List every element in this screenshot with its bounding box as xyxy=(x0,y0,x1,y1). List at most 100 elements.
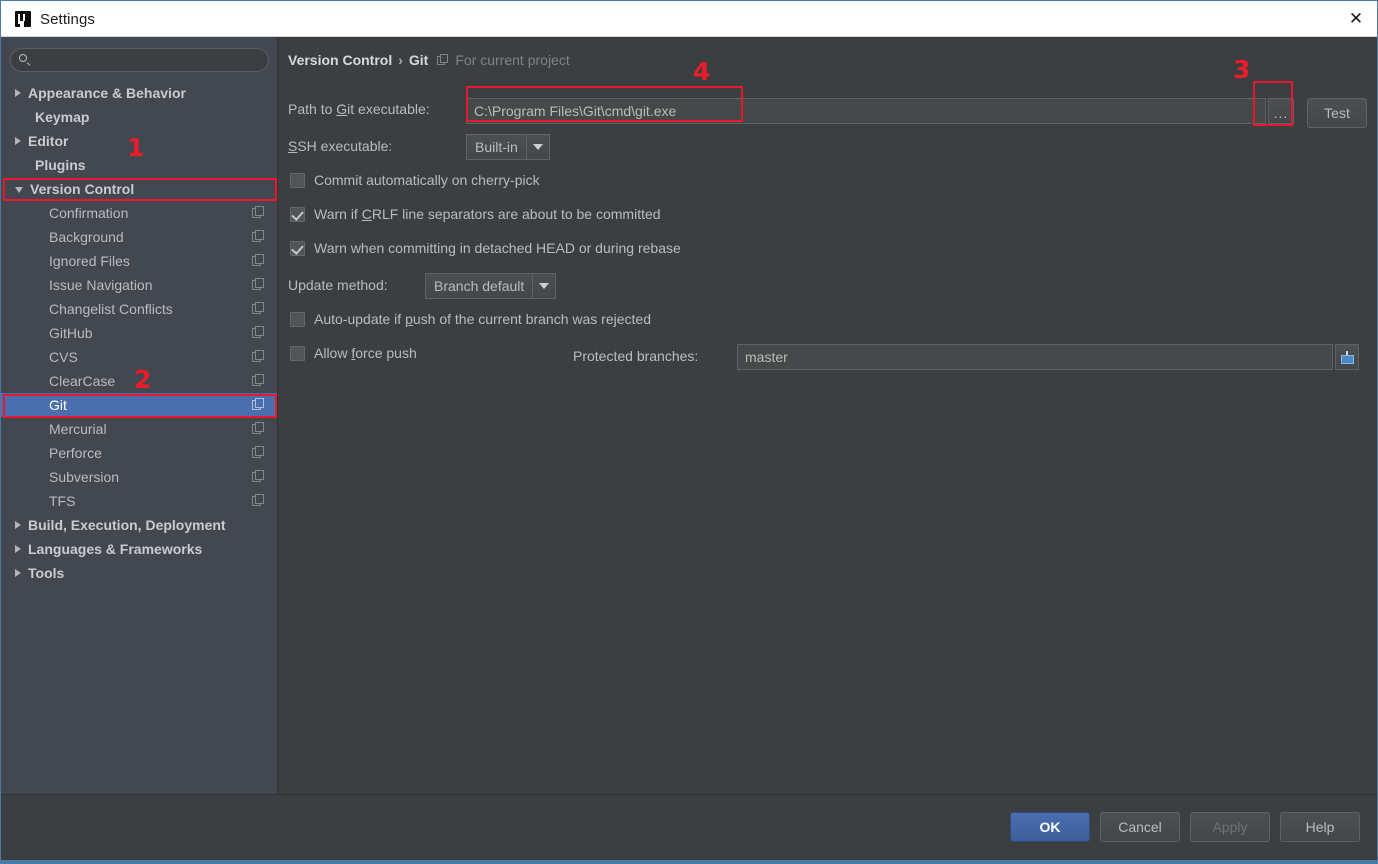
ok-button-label: OK xyxy=(1039,819,1061,835)
sidebar-item-build-execution-deployment[interactable]: Build, Execution, Deployment xyxy=(1,513,277,537)
sidebar-item-git[interactable]: Git xyxy=(1,393,277,417)
test-button-label: Test xyxy=(1324,105,1350,121)
chevron-down-icon[interactable] xyxy=(15,187,23,193)
sidebar-item-confirmation[interactable]: Confirmation xyxy=(1,201,277,225)
protected-branches-row: Protected branches: xyxy=(573,342,1363,370)
auto-update-if-push-rejected-label: Auto-update if push of the current branc… xyxy=(314,311,651,327)
search-box[interactable] xyxy=(10,48,269,72)
sidebar-item-label: Keymap xyxy=(35,109,90,125)
warn-if-crlf-line-separators-label: Warn if CRLF line separators are about t… xyxy=(314,206,661,222)
sidebar-item-issue-navigation[interactable]: Issue Navigation xyxy=(1,273,277,297)
update-method-label: Update method: xyxy=(288,277,388,293)
chevron-right-icon[interactable] xyxy=(15,521,21,529)
sidebar-item-label: CVS xyxy=(49,349,78,365)
test-button[interactable]: Test xyxy=(1307,98,1367,128)
close-icon[interactable]: ✕ xyxy=(1333,1,1377,36)
sidebar-item-appearance-behavior[interactable]: Appearance & Behavior xyxy=(1,81,277,105)
sidebar-item-subversion[interactable]: Subversion xyxy=(1,465,277,489)
expand-list-icon xyxy=(1340,350,1354,364)
protected-branches-input[interactable] xyxy=(737,344,1333,370)
sidebar-item-label: Build, Execution, Deployment xyxy=(28,517,226,533)
warn-if-crlf-line-separators-checkbox[interactable]: Warn if CRLF line separators are about t… xyxy=(290,206,661,222)
project-scope-icon xyxy=(252,206,265,219)
sidebar-item-label: Perforce xyxy=(49,445,102,461)
ok-button[interactable]: OK xyxy=(1010,812,1090,842)
commit-automatically-on-cherry-pick-checkbox[interactable]: Commit automatically on cherry-pick xyxy=(290,172,540,188)
sidebar-item-perforce[interactable]: Perforce xyxy=(1,441,277,465)
commit-automatically-on-cherry-pick-label: Commit automatically on cherry-pick xyxy=(314,172,540,188)
sidebar-item-plugins[interactable]: Plugins xyxy=(1,153,277,177)
warn-detached-head-label: Warn when committing in detached HEAD or… xyxy=(314,240,681,256)
sidebar-item-github[interactable]: GitHub xyxy=(1,321,277,345)
sidebar-item-label: Mercurial xyxy=(49,421,107,437)
project-scope-icon xyxy=(252,470,265,483)
settings-dialog: Settings ✕ Appearance & Behavior Keymap Ed… xyxy=(0,0,1378,864)
git-path-row: Path to Git executable: ... Test xyxy=(288,95,1373,128)
allow-force-push-label: Allow force push xyxy=(314,345,417,361)
sidebar-item-background[interactable]: Background xyxy=(1,225,277,249)
sidebar-item-changelist-conflicts[interactable]: Changelist Conflicts xyxy=(1,297,277,321)
ssh-executable-combo[interactable]: Built-in xyxy=(466,134,550,160)
sidebar-item-tools[interactable]: Tools xyxy=(1,561,277,585)
settings-sidebar: Appearance & Behavior Keymap Editor Plugins… xyxy=(1,37,278,794)
chevron-right-icon[interactable] xyxy=(15,569,21,577)
expand-list-icon-button[interactable] xyxy=(1335,344,1359,370)
sidebar-item-label: Appearance & Behavior xyxy=(28,85,186,101)
checkbox-box xyxy=(290,206,305,222)
checkbox-box xyxy=(290,172,305,188)
sidebar-item-label: Editor xyxy=(28,133,69,149)
project-scope-icon xyxy=(252,446,265,459)
project-scope-icon xyxy=(252,326,265,339)
sidebar-item-version-control[interactable]: Version Control xyxy=(1,177,277,201)
cancel-button-label: Cancel xyxy=(1118,819,1162,835)
chevron-down-icon xyxy=(525,135,549,159)
project-scope-icon xyxy=(437,54,449,66)
sidebar-item-mercurial[interactable]: Mercurial xyxy=(1,417,277,441)
sidebar-item-cvs[interactable]: CVS xyxy=(1,345,277,369)
help-button-label: Help xyxy=(1305,819,1335,835)
breadcrumb-parent[interactable]: Version Control xyxy=(288,52,392,68)
ssh-executable-label: SSH executable: xyxy=(288,138,393,154)
update-method-combo[interactable]: Branch default xyxy=(425,273,557,299)
project-scope-icon xyxy=(252,254,265,267)
cancel-button[interactable]: Cancel xyxy=(1100,812,1180,842)
title-bar-left: Settings xyxy=(15,1,95,37)
chevron-right-icon[interactable] xyxy=(15,89,21,97)
apply-button-label: Apply xyxy=(1212,819,1248,835)
auto-update-if-push-rejected-checkbox[interactable]: Auto-update if push of the current branc… xyxy=(290,311,651,327)
settings-main-panel: Version Control › Git For current projec… xyxy=(278,37,1377,794)
sidebar-item-label: Plugins xyxy=(35,157,86,173)
browse-button[interactable]: ... xyxy=(1268,98,1294,124)
search-icon xyxy=(19,53,32,67)
project-scope-icon xyxy=(252,422,265,435)
project-scope-icon xyxy=(252,302,265,315)
search-input[interactable] xyxy=(38,52,268,68)
update-method-value: Branch default xyxy=(434,278,525,294)
project-scope-icon xyxy=(252,350,265,363)
intellij-idea-logo-icon xyxy=(15,11,31,27)
ellipsis-browse-icon: ... xyxy=(1273,105,1289,121)
sidebar-item-label: Issue Navigation xyxy=(49,277,153,293)
protected-branches-label: Protected branches: xyxy=(573,348,699,364)
sidebar-item-editor[interactable]: Editor xyxy=(1,129,277,153)
breadcrumb: Version Control › Git For current projec… xyxy=(288,52,570,68)
sidebar-item-label: Ignored Files xyxy=(49,253,130,269)
sidebar-item-tfs[interactable]: TFS xyxy=(1,489,277,513)
sidebar-item-languages-frameworks[interactable]: Languages & Frameworks xyxy=(1,537,277,561)
title-bar: Settings ✕ xyxy=(1,1,1377,37)
sidebar-item-keymap[interactable]: Keymap xyxy=(1,105,277,129)
checkbox-box xyxy=(290,311,305,327)
sidebar-item-ignored-files[interactable]: Ignored Files xyxy=(1,249,277,273)
chevron-right-icon[interactable] xyxy=(15,545,21,553)
allow-force-push-checkbox[interactable]: Allow force push xyxy=(290,345,417,361)
sidebar-item-clearcase[interactable]: ClearCase xyxy=(1,369,277,393)
warn-detached-head-checkbox[interactable]: Warn when committing in detached HEAD or… xyxy=(290,240,681,256)
window-title: Settings xyxy=(40,10,95,28)
project-scope-icon xyxy=(252,278,265,291)
help-button[interactable]: Help xyxy=(1280,812,1360,842)
chevron-right-icon[interactable] xyxy=(15,137,21,145)
breadcrumb-current: Git xyxy=(408,52,429,68)
git-path-input[interactable] xyxy=(466,98,1266,124)
ssh-executable-value: Built-in xyxy=(475,139,518,155)
